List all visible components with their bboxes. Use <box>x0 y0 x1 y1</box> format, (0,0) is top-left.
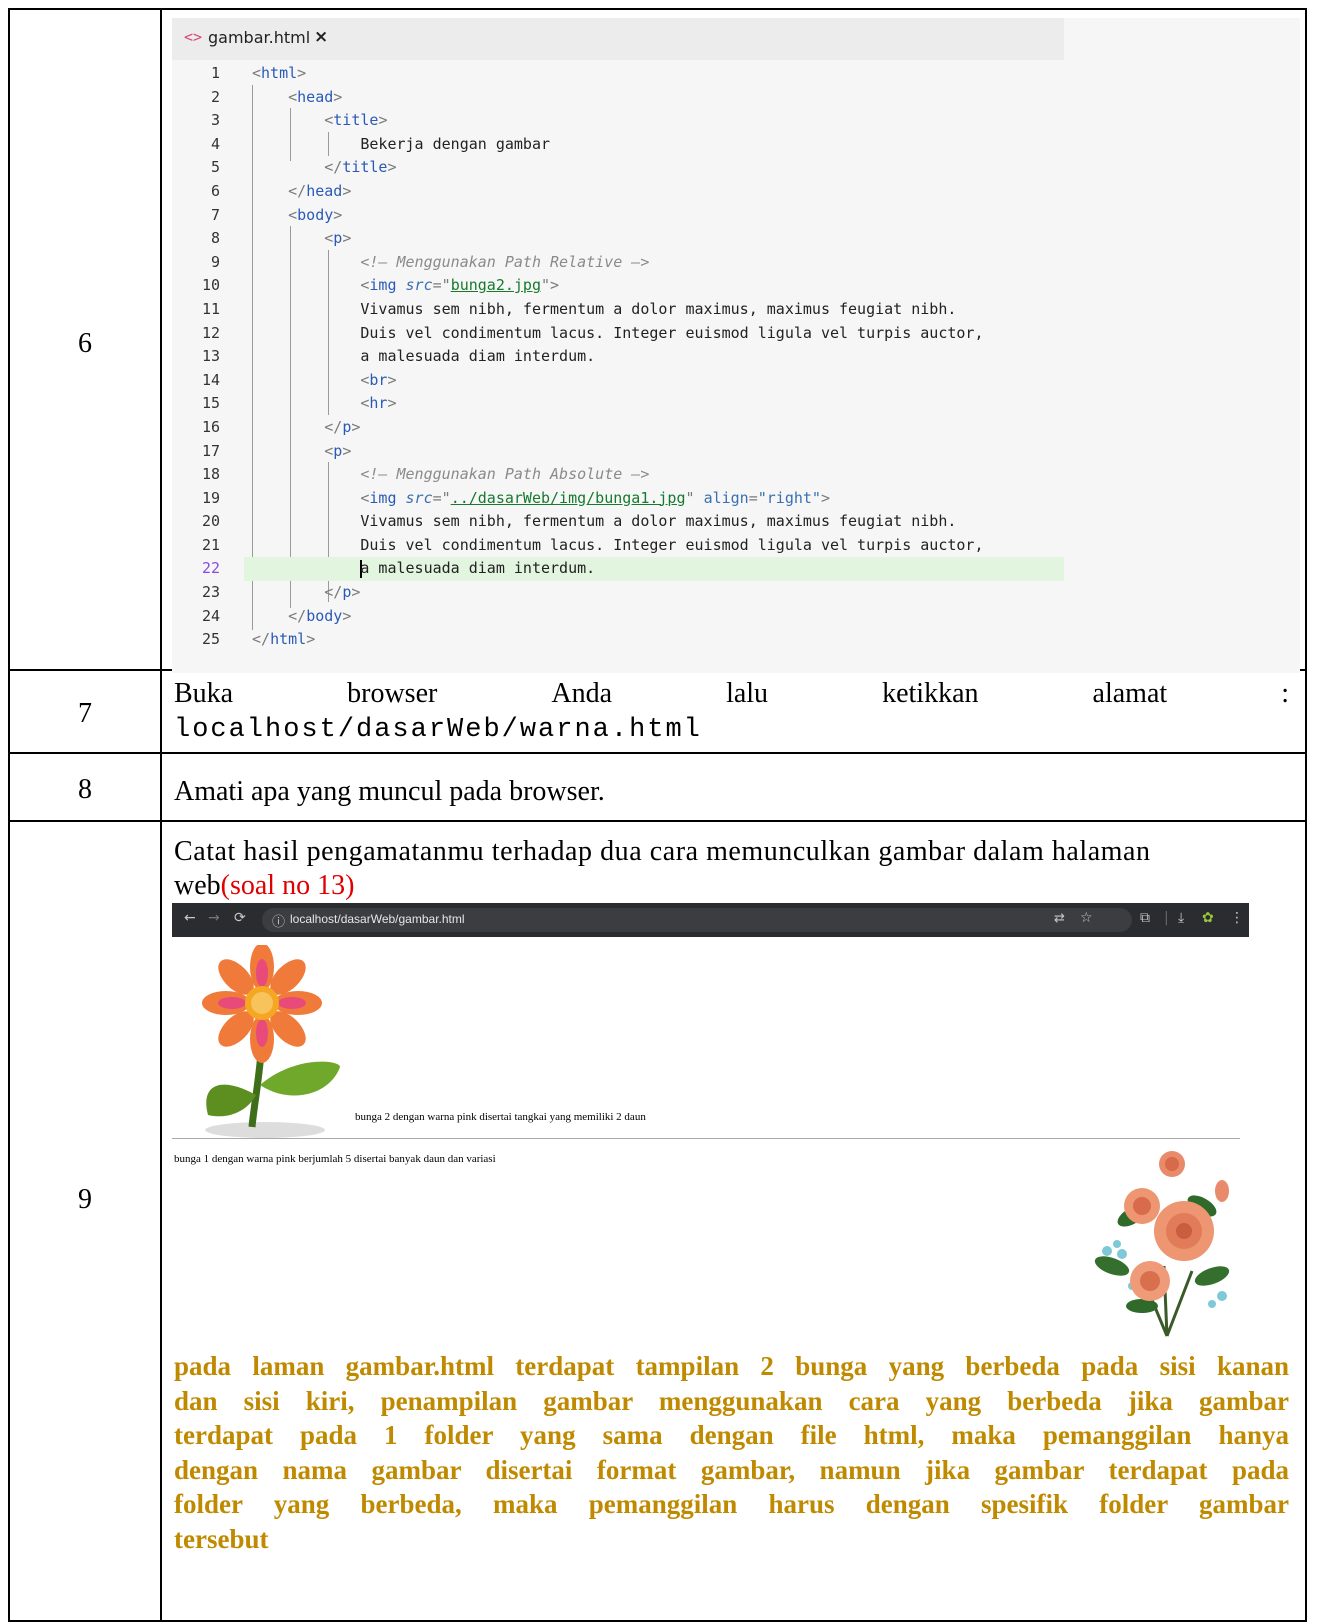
code-line: 14 <br> <box>201 370 397 389</box>
step9-line2-web: web <box>174 870 221 901</box>
code-line: 3 <title> <box>210 111 388 130</box>
caption-bunga2: bunga 2 dengan warna pink disertai tangk… <box>355 1111 646 1123</box>
translate-icon[interactable]: ⇄ <box>1054 911 1065 926</box>
code-line: 4 Bekerja dengan gambar <box>210 134 551 153</box>
step7-word: browser <box>347 678 438 709</box>
step7-word: Anda <box>551 678 613 709</box>
editor-tab-bar: <> gambar.html × <box>172 18 1064 60</box>
step9-answer: pada laman gambar.html terdapat tampilan… <box>174 1349 1289 1556</box>
answer-line: pada laman gambar.html terdapat tampilan… <box>174 1351 1289 1381</box>
answer-line: folder yang berbeda, maka pemanggilan ha… <box>174 1489 1289 1519</box>
code-line: 17 <p> <box>201 441 352 460</box>
row-divider <box>10 820 1305 822</box>
step-number-8: 8 <box>78 774 92 805</box>
code-line: 24 </body> <box>201 606 352 625</box>
step7-word: lalu <box>726 678 769 709</box>
row-divider <box>10 752 1305 754</box>
flower-image-bunga2 <box>202 945 340 1138</box>
code-editor: <> gambar.html × 1 <html> 2 <head> 3 <tit… <box>172 18 1300 673</box>
answer-line: dengan nama gambar disertai format gamba… <box>174 1454 1289 1485</box>
code-line: 13 a malesuada diam interdum. <box>201 347 596 366</box>
code-line-current[interactable]: 22 a malesuada diam interdum. <box>172 557 1300 582</box>
code-line: 5 </title> <box>210 158 397 177</box>
code-line: 9 <!— Menggunakan Path Relative —> <box>210 252 650 271</box>
code-line: 12 Duis vel condimentum lacus. Integer e… <box>201 323 984 342</box>
answer-line: terdapat pada 1 folder yang sama dengan … <box>174 1420 1289 1450</box>
answer-line: dan sisi kiri, penampilan gambar menggun… <box>174 1385 1289 1416</box>
browser-toolbar: ← → ⟳ ⓘ localhost/dasarWeb/gambar.html ⇄… <box>172 903 1249 937</box>
answer-line: tersebut <box>174 1523 269 1554</box>
code-file-icon: <> <box>184 28 203 46</box>
browser-screenshot: ← → ⟳ ⓘ localhost/dasarWeb/gambar.html ⇄… <box>172 903 1249 1337</box>
horizontal-rule <box>172 1138 1240 1139</box>
code-line: 19 <img src="../dasarWeb/img/bunga1.jpg"… <box>201 488 830 507</box>
code-line: 8 <p> <box>210 229 352 248</box>
step-number-9: 9 <box>78 1184 92 1215</box>
info-icon[interactable]: ⓘ <box>272 911 285 930</box>
profile-icon[interactable]: ✿ <box>1202 910 1214 926</box>
step7-word: : <box>1281 678 1289 709</box>
download-icon[interactable]: ⤓ <box>1178 910 1184 926</box>
step7-url: localhost/dasarWeb/warna.html <box>174 715 702 745</box>
menu-icon[interactable]: ⋮ <box>1230 910 1244 926</box>
step9-line1-text: Catat hasil pengamatanmu terhadap dua ca… <box>174 836 1151 867</box>
address-text[interactable]: localhost/dasarWeb/gambar.html <box>290 912 465 926</box>
step9-line2: web(soal no 13) <box>174 870 1289 902</box>
step9-line1: Catat hasil pengamatanmu terhadap dua ca… <box>174 836 1289 868</box>
step7-word: Buka <box>174 678 234 709</box>
forward-icon[interactable]: → <box>208 910 220 926</box>
code-line: 6 </head> <box>210 181 352 200</box>
code-line: 23 </p> <box>201 583 361 602</box>
column-divider <box>160 10 162 1620</box>
code-line: 18 <!— Menggunakan Path Absolute —> <box>201 465 650 484</box>
code-line: 10 <img src="bunga2.jpg"> <box>201 276 560 295</box>
step8-text: Amati apa yang muncul pada browser. <box>174 776 605 807</box>
step-number-6: 6 <box>78 328 92 359</box>
code-line: 20 Vivamus sem nibh, fermentum a dolor m… <box>201 512 957 531</box>
caption-bunga1: bunga 1 dengan warna pink berjumlah 5 di… <box>174 1153 496 1165</box>
code-line: 16 </p> <box>201 417 361 436</box>
soal-reference: (soal no 13) <box>220 870 355 901</box>
step7-word: alamat <box>1092 678 1168 709</box>
back-icon[interactable]: ← <box>184 910 196 926</box>
address-bar[interactable]: ⓘ localhost/dasarWeb/gambar.html ⇄ ☆ <box>262 908 1132 932</box>
code-line: 15 <hr> <box>201 394 397 413</box>
code-line: 2 <head> <box>210 87 343 106</box>
code-line: 21 Duis vel condimentum lacus. Integer e… <box>201 535 984 554</box>
text-caret <box>360 559 363 578</box>
code-line: 11 Vivamus sem nibh, fermentum a dolor m… <box>201 299 957 318</box>
code-line: 1 <html> <box>210 64 307 82</box>
editor-tab-label[interactable]: gambar.html <box>208 28 310 47</box>
step7-word: ketikkan <box>882 678 979 709</box>
reload-icon[interactable]: ⟳ <box>234 910 246 926</box>
step-number-7: 7 <box>78 698 92 729</box>
close-icon[interactable]: × <box>314 27 328 47</box>
star-icon[interactable]: ☆ <box>1080 910 1093 926</box>
separator-icon: | <box>1164 910 1169 926</box>
code-line: 25 </html> <box>201 630 316 649</box>
extensions-icon[interactable]: ⧉ <box>1140 910 1150 926</box>
flower-image-bunga1 <box>1094 1151 1230 1337</box>
code-lines: 1 <html> 2 <head> 3 <title> 4 Bekerja den… <box>172 62 1300 652</box>
code-line: 7 <body> <box>210 205 343 224</box>
step7-instruction: Buka browser Anda lalu ketikkan alamat : <box>174 678 1289 712</box>
